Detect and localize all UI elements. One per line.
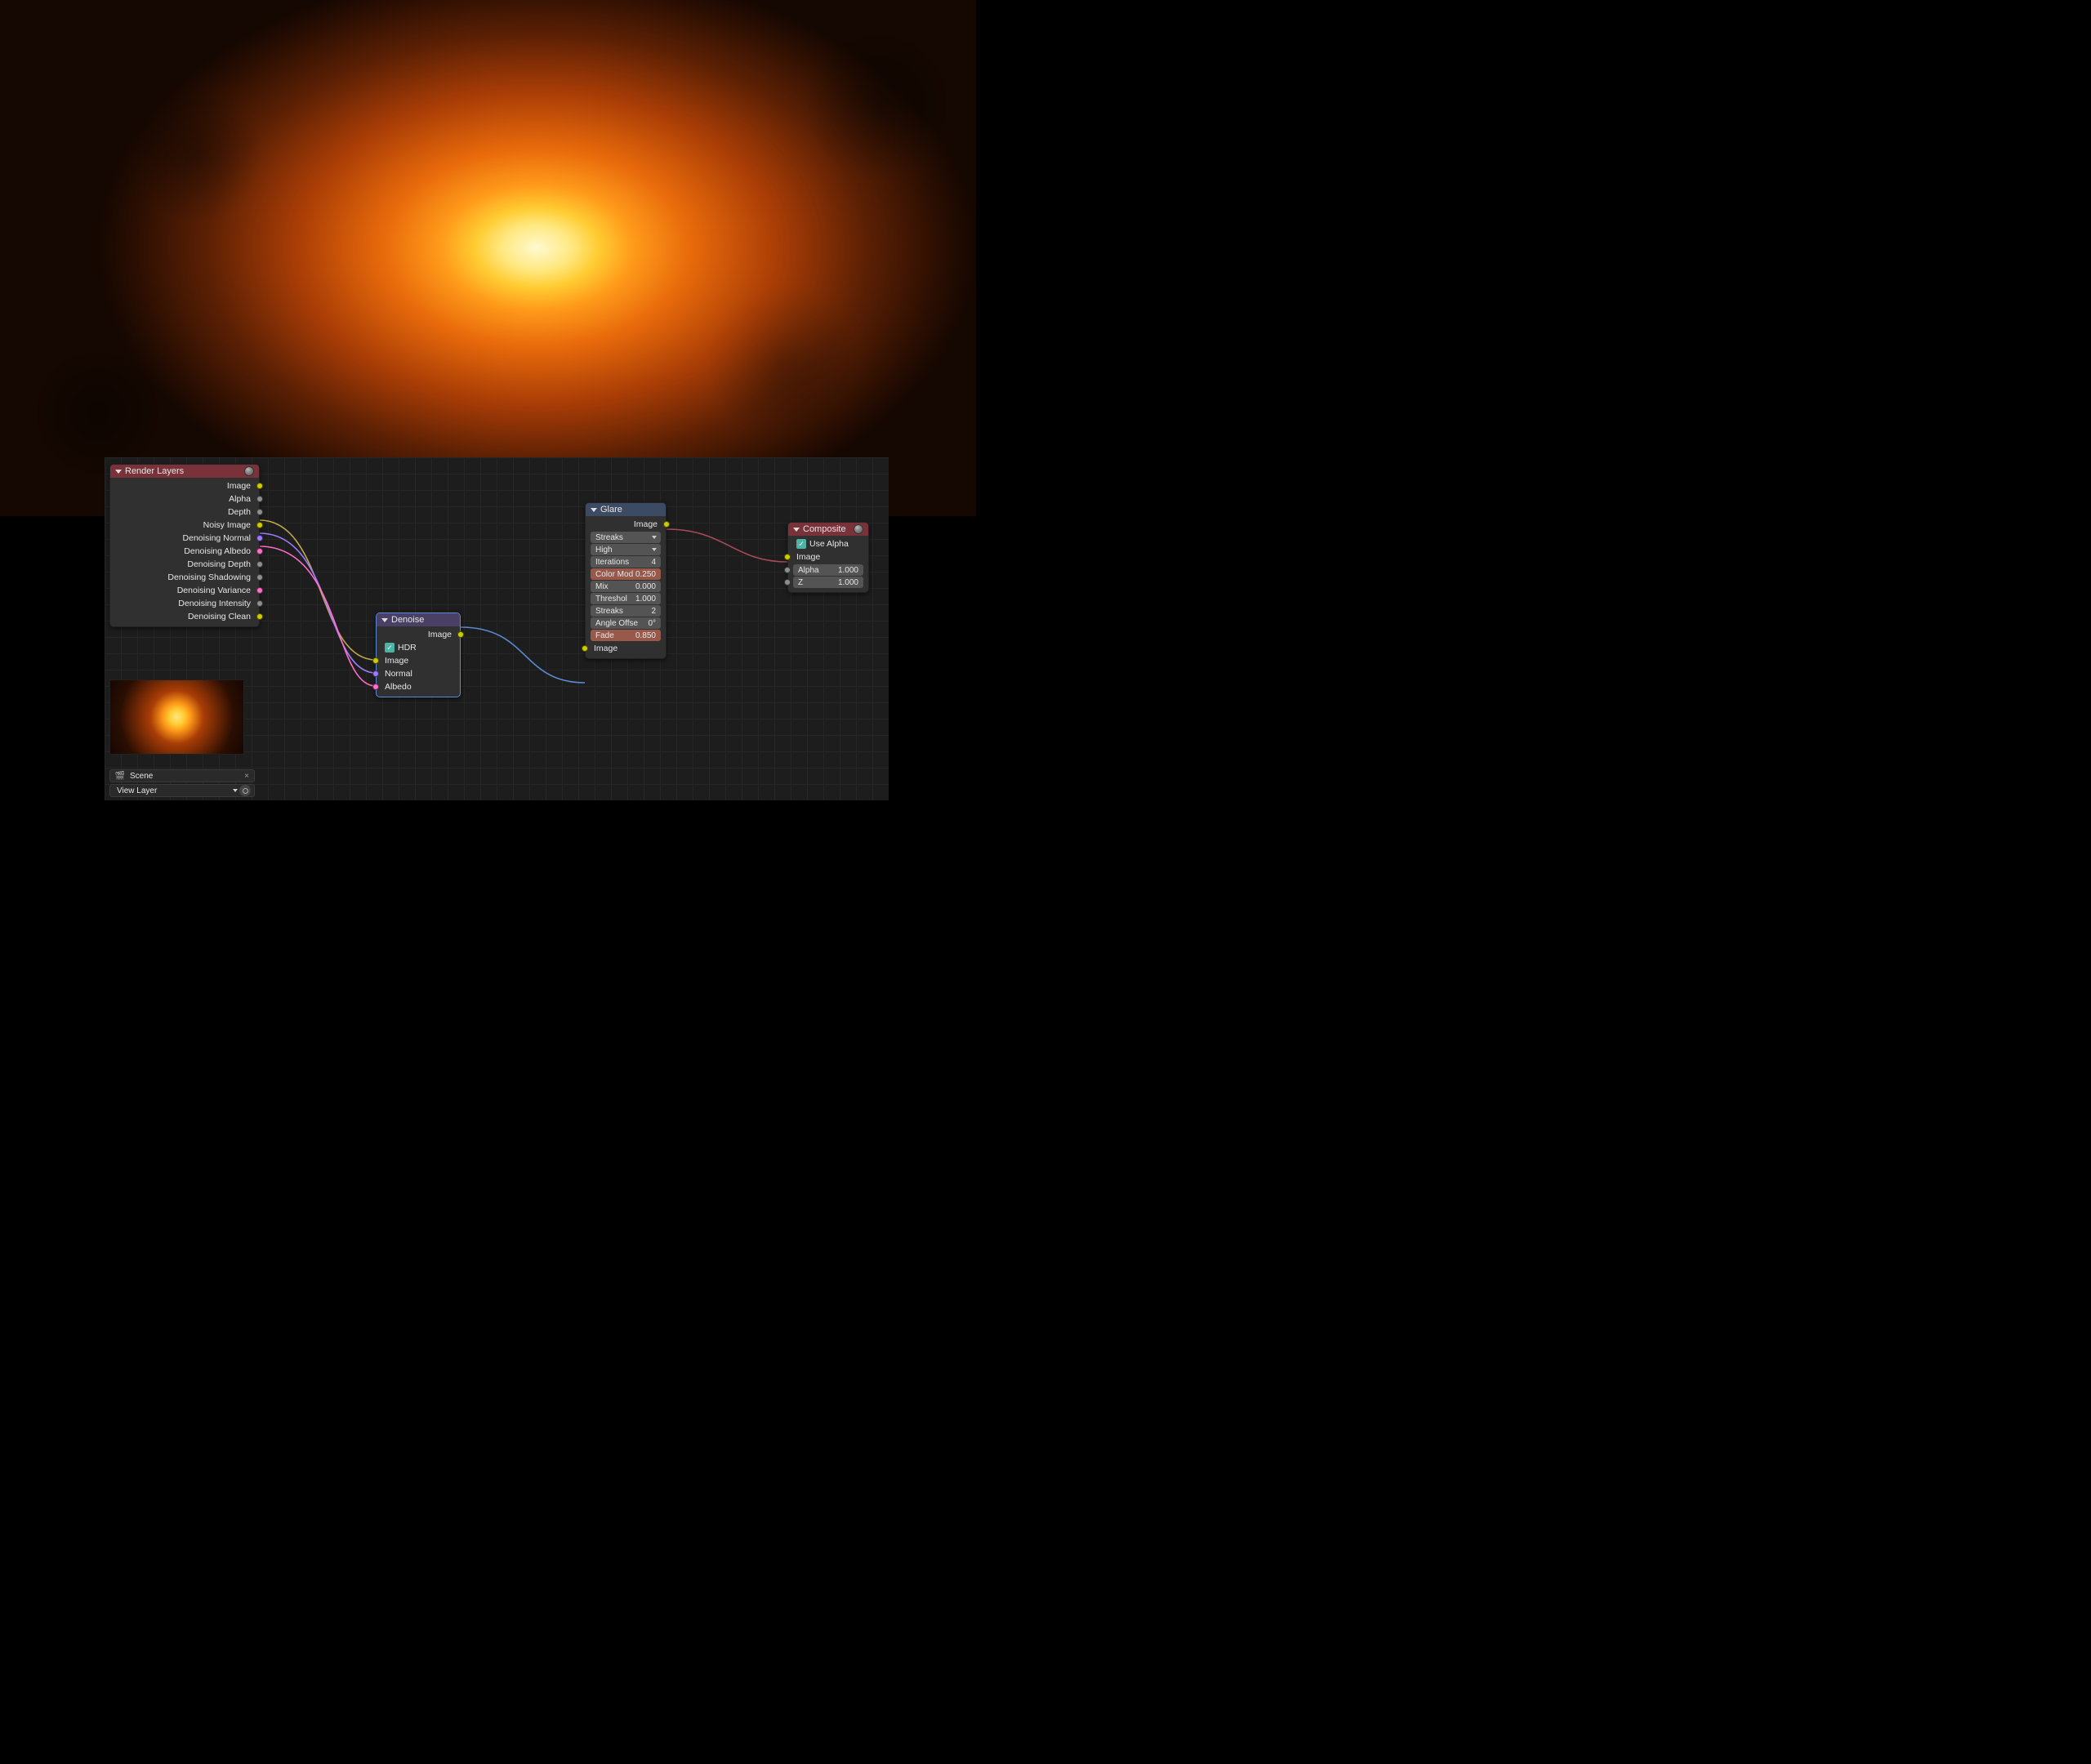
socket-icon[interactable]	[256, 483, 263, 489]
socket-icon[interactable]	[784, 567, 791, 573]
socket-out-denoising-clean[interactable]: Denoising Clean	[110, 610, 259, 623]
field-angle-offset[interactable]: Angle Offse0°	[591, 617, 661, 629]
socket-in-albedo[interactable]: Albedo	[377, 680, 460, 693]
socket-icon[interactable]	[256, 587, 263, 594]
node-header[interactable]: Render Layers	[110, 465, 259, 478]
disclosure-icon[interactable]	[793, 528, 800, 532]
socket-in-image[interactable]: Image	[788, 550, 868, 564]
field-z[interactable]: Z1.000	[793, 577, 863, 588]
checkbox-use-alpha[interactable]: ✓ Use Alpha	[788, 537, 868, 550]
disclosure-icon[interactable]	[591, 508, 597, 512]
socket-out-alpha[interactable]: Alpha	[110, 492, 259, 506]
socket-icon[interactable]	[372, 670, 379, 677]
socket-icon[interactable]	[784, 554, 791, 560]
field-threshold[interactable]: Threshol1.000	[591, 593, 661, 604]
socket-icon[interactable]	[256, 522, 263, 528]
node-header[interactable]: Composite	[788, 523, 868, 536]
field-mix[interactable]: Mix0.000	[591, 581, 661, 592]
socket-out-denoising-normal[interactable]: Denoising Normal	[110, 532, 259, 545]
field-fade[interactable]: Fade0.850	[591, 630, 661, 641]
field-streaks[interactable]: Streaks2	[591, 605, 661, 617]
socket-out-denoising-variance[interactable]: Denoising Variance	[110, 584, 259, 597]
socket-out-denoising-albedo[interactable]: Denoising Albedo	[110, 545, 259, 558]
socket-out-image[interactable]: Image	[377, 628, 460, 641]
socket-in-image[interactable]: Image	[586, 642, 666, 655]
socket-out-denoising-shadowing[interactable]: Denoising Shadowing	[110, 571, 259, 584]
node-composite[interactable]: Composite ✓ Use Alpha Image Alpha1.000 Z…	[787, 522, 869, 593]
globe-icon[interactable]	[244, 466, 254, 476]
compositor-node-editor[interactable]: Render Layers ImageAlphaDepthNoisy Image…	[105, 457, 889, 800]
scene-icon: 🎬	[114, 772, 127, 781]
node-header[interactable]: Denoise	[377, 613, 460, 626]
field-iterations[interactable]: Iterations4	[591, 556, 661, 568]
socket-out-image[interactable]: Image	[110, 479, 259, 492]
socket-in-image[interactable]: Image	[377, 654, 460, 667]
socket-icon[interactable]	[256, 548, 263, 555]
socket-icon[interactable]	[256, 509, 263, 515]
dropdown-glare-type[interactable]: Streaks	[591, 532, 661, 543]
view-layer-selector[interactable]: View Layer	[109, 784, 255, 797]
node-render-layers[interactable]: Render Layers ImageAlphaDepthNoisy Image…	[109, 464, 260, 627]
pin-icon[interactable]	[239, 785, 251, 796]
chevron-down-icon	[233, 789, 238, 792]
socket-icon[interactable]	[256, 574, 263, 581]
globe-icon[interactable]	[854, 524, 863, 534]
socket-out-image[interactable]: Image	[586, 518, 666, 531]
socket-in-normal[interactable]: Normal	[377, 667, 460, 680]
close-icon[interactable]: ×	[243, 772, 251, 781]
socket-icon[interactable]	[256, 561, 263, 568]
render-preview	[0, 0, 976, 516]
render-thumbnail	[109, 679, 244, 755]
socket-icon[interactable]	[372, 684, 379, 690]
socket-icon[interactable]	[256, 535, 263, 541]
node-denoise[interactable]: Denoise Image ✓ HDR ImageNormalAlbedo	[376, 612, 461, 697]
check-icon: ✓	[385, 643, 395, 653]
field-color-mod[interactable]: Color Mod0.250	[591, 568, 661, 580]
socket-icon[interactable]	[256, 496, 263, 502]
socket-icon[interactable]	[663, 521, 670, 528]
field-alpha[interactable]: Alpha1.000	[793, 564, 863, 576]
socket-icon[interactable]	[256, 613, 263, 620]
socket-icon[interactable]	[784, 579, 791, 586]
disclosure-icon[interactable]	[381, 618, 388, 622]
node-title: Composite	[803, 524, 846, 534]
dropdown-glare-quality[interactable]: High	[591, 544, 661, 555]
node-title: Glare	[600, 505, 622, 514]
socket-icon[interactable]	[256, 600, 263, 607]
node-title: Render Layers	[125, 466, 184, 476]
checkbox-hdr[interactable]: ✓ HDR	[377, 641, 460, 654]
socket-out-noisy-image[interactable]: Noisy Image	[110, 519, 259, 532]
socket-out-denoising-intensity[interactable]: Denoising Intensity	[110, 597, 259, 610]
node-header[interactable]: Glare	[586, 503, 666, 516]
socket-out-denoising-depth[interactable]: Denoising Depth	[110, 558, 259, 571]
socket-icon[interactable]	[372, 657, 379, 664]
socket-out-depth[interactable]: Depth	[110, 506, 259, 519]
socket-icon[interactable]	[582, 645, 588, 652]
socket-icon[interactable]	[457, 631, 464, 638]
scene-selector[interactable]: 🎬 Scene ×	[109, 769, 255, 782]
check-icon: ✓	[796, 539, 806, 549]
node-title: Denoise	[391, 615, 424, 625]
disclosure-icon[interactable]	[115, 470, 122, 474]
footer-fields: 🎬 Scene × View Layer	[109, 769, 255, 797]
node-glare[interactable]: Glare Image Streaks High Iterations4 Col…	[585, 502, 667, 659]
